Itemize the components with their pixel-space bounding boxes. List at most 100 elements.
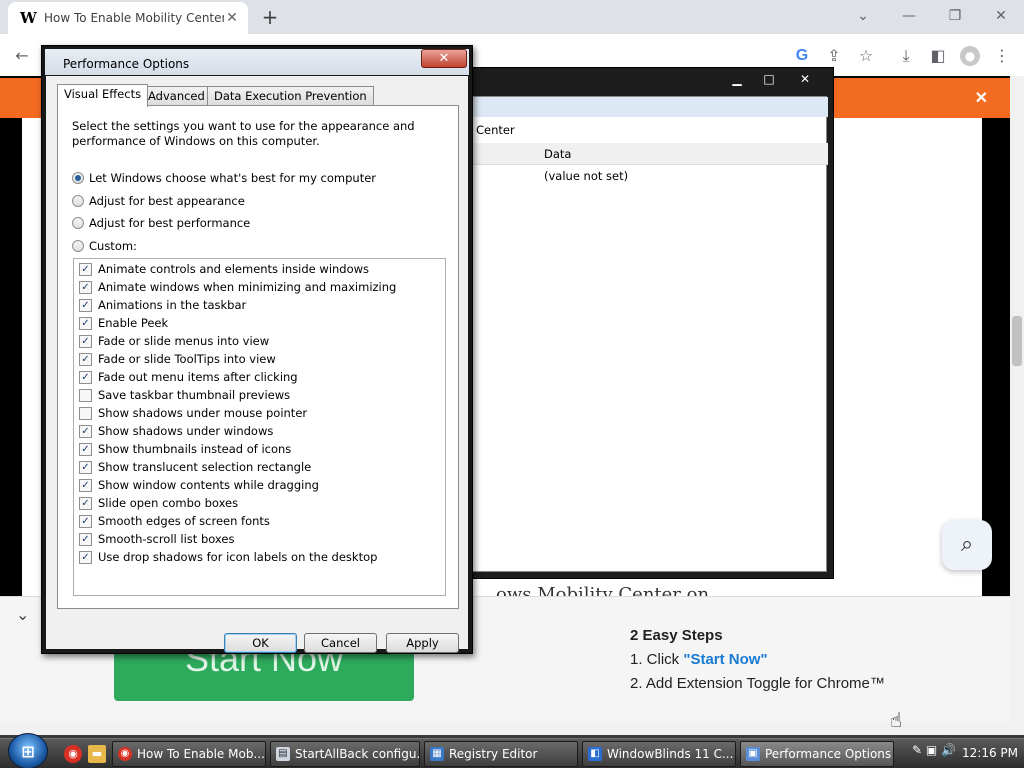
registry-editor-window[interactable]: ▁ □ ✕ Center Data (value not set) [460, 67, 834, 579]
tab-close-icon[interactable]: ✕ [224, 10, 240, 26]
effect-item[interactable]: ✓ Show translucent selection rectangle [79, 458, 311, 476]
radio-best-performance[interactable]: Adjust for best performance [72, 216, 250, 230]
effect-label: Slide open combo boxes [98, 496, 239, 510]
checkbox[interactable]: ✓ [79, 550, 92, 564]
minimize-icon[interactable]: ▁ [721, 70, 753, 88]
taskbar-button-performance-options[interactable]: ▣ Performance Options [740, 741, 894, 767]
effect-item[interactable]: ✓ Fade out menu items after clicking [79, 368, 298, 386]
cancel-button[interactable]: Cancel [304, 633, 377, 653]
tab-data-execution-prevention[interactable]: Data Execution Prevention [207, 86, 374, 106]
taskbar-button-label: Performance Options [765, 747, 892, 761]
bookmark-star-icon[interactable]: ☆ [854, 44, 878, 68]
minimize-button[interactable]: — [894, 4, 924, 28]
folder-icon[interactable]: ▬ [88, 745, 106, 763]
dialog-body: Visual Effects Advanced Data Execution P… [46, 76, 468, 649]
effect-item[interactable]: ✓ Fade or slide menus into view [79, 332, 269, 350]
browser-tabstrip: W How To Enable Mobility Center ( ✕ + ⌄ … [0, 0, 1024, 34]
vertical-scrollbar[interactable] [1010, 76, 1024, 721]
effect-item[interactable]: Show shadows under mouse pointer [79, 404, 307, 422]
radio-dot[interactable] [72, 240, 84, 252]
checkbox[interactable]: ✓ [79, 262, 92, 276]
taskbar-button-chrome[interactable]: ◉ How To Enable Mob... [112, 741, 266, 767]
dialog-close-button[interactable]: ✕ [421, 49, 467, 68]
taskbar-clock[interactable]: 12:16 PM [962, 746, 1018, 760]
maximize-icon[interactable]: □ [753, 70, 785, 88]
checkbox[interactable] [79, 388, 92, 402]
share-icon[interactable]: ⇪ [822, 44, 846, 68]
effect-item[interactable]: Save taskbar thumbnail previews [79, 386, 290, 404]
checkbox[interactable] [79, 406, 92, 420]
restore-button[interactable]: ❐ [940, 4, 970, 28]
effect-item[interactable]: ✓ Animate controls and elements inside wi… [79, 260, 369, 278]
checkbox[interactable]: ✓ [79, 334, 92, 348]
taskbar-button-windowblinds[interactable]: ◧ WindowBlinds 11 C... [582, 741, 736, 767]
effect-label: Show shadows under windows [98, 424, 274, 438]
visual-effects-list[interactable]: ✓ Animate controls and elements inside wi… [73, 258, 446, 596]
radio-custom[interactable]: Custom: [72, 239, 137, 253]
checkbox[interactable]: ✓ [79, 298, 92, 312]
radio-dot[interactable] [72, 217, 84, 229]
apply-button[interactable]: Apply [386, 633, 459, 653]
new-tab-button[interactable]: + [258, 5, 282, 29]
effect-item[interactable]: ✓ Animate windows when minimizing and max… [79, 278, 396, 296]
effect-item[interactable]: ✓ Smooth-scroll list boxes [79, 530, 234, 548]
effect-item[interactable]: ✓ Show thumbnails instead of icons [79, 440, 291, 458]
close-icon[interactable]: ✕ [789, 70, 821, 88]
back-arrow-icon[interactable]: ← [10, 44, 34, 68]
profile-avatar-icon[interactable]: ● [960, 46, 980, 66]
tab-advanced[interactable]: Advanced [141, 86, 212, 106]
taskbar-button-startallback[interactable]: ▤ StartAllBack configu... [270, 741, 420, 767]
ok-button[interactable]: OK [224, 633, 297, 653]
checkbox[interactable]: ✓ [79, 442, 92, 456]
close-window-button[interactable]: ✕ [986, 4, 1016, 28]
chrome-icon[interactable]: ◉ [64, 745, 82, 763]
dialog-titlebar[interactable]: Performance Options [45, 49, 469, 75]
checkbox[interactable]: ✓ [79, 352, 92, 366]
taskbar-button-label: How To Enable Mob... [137, 747, 265, 761]
effect-item[interactable]: ✓ Animations in the taskbar [79, 296, 246, 314]
registry-value-cell[interactable]: (value not set) [544, 169, 628, 183]
search-icon[interactable]: ⌕ [942, 520, 992, 570]
effect-item[interactable]: ✓ Show window contents while dragging [79, 476, 319, 494]
checkbox[interactable]: ✓ [79, 496, 92, 510]
effect-item[interactable]: ✓ Smooth edges of screen fonts [79, 512, 270, 530]
checkbox[interactable]: ✓ [79, 532, 92, 546]
side-panel-icon[interactable]: ◧ [926, 44, 950, 68]
checkbox[interactable]: ✓ [79, 370, 92, 384]
checkbox[interactable]: ✓ [79, 424, 92, 438]
checkbox[interactable]: ✓ [79, 316, 92, 330]
effect-item[interactable]: ✓ Use drop shadows for icon labels on the… [79, 548, 377, 566]
horizontal-scrollbar[interactable] [0, 721, 1024, 735]
radio-dot[interactable] [72, 172, 84, 184]
taskbar-button-label: Registry Editor [449, 747, 538, 761]
chevron-down-icon[interactable]: ⌄ [16, 605, 29, 624]
effect-label: Fade or slide ToolTips into view [98, 352, 276, 366]
vertical-scrollbar-thumb[interactable] [1012, 316, 1022, 366]
column-header: Data [472, 143, 828, 165]
browser-tab[interactable]: W How To Enable Mobility Center ( ✕ [8, 2, 248, 34]
radio-let-windows-choose[interactable]: Let Windows choose what's best for my co… [72, 171, 376, 185]
effect-item[interactable]: ✓ Slide open combo boxes [79, 494, 238, 512]
checkbox[interactable]: ✓ [79, 460, 92, 474]
download-icon[interactable]: ⤓ [894, 44, 918, 68]
chrome-menu-icon[interactable]: ⋮ [990, 44, 1014, 68]
effect-label: Save taskbar thumbnail previews [98, 388, 291, 402]
effect-item[interactable]: ✓ Show shadows under windows [79, 422, 273, 440]
radio-best-appearance[interactable]: Adjust for best appearance [72, 194, 245, 208]
banner-close-icon[interactable]: ✕ [975, 88, 988, 108]
google-lens-icon[interactable]: G [790, 44, 814, 68]
tab-visual-effects[interactable]: Visual Effects [57, 84, 149, 107]
start-now-link[interactable]: "Start Now" [683, 651, 767, 668]
column-header-data[interactable]: Data [544, 147, 571, 161]
start-button[interactable]: ⊞ [8, 733, 48, 768]
tab-search-icon[interactable]: ⌄ [848, 4, 878, 28]
checkbox[interactable]: ✓ [79, 514, 92, 528]
system-tray-icons[interactable]: ✎ ▣ 🔊 [912, 743, 956, 757]
taskbar-button-registry-editor[interactable]: ▦ Registry Editor [424, 741, 578, 767]
effect-item[interactable]: ✓ Fade or slide ToolTips into view [79, 350, 276, 368]
checkbox[interactable]: ✓ [79, 478, 92, 492]
radio-label: Let Windows choose what's best for my co… [89, 171, 377, 185]
effect-item[interactable]: ✓ Enable Peek [79, 314, 168, 332]
checkbox[interactable]: ✓ [79, 280, 92, 294]
radio-dot[interactable] [72, 195, 84, 207]
